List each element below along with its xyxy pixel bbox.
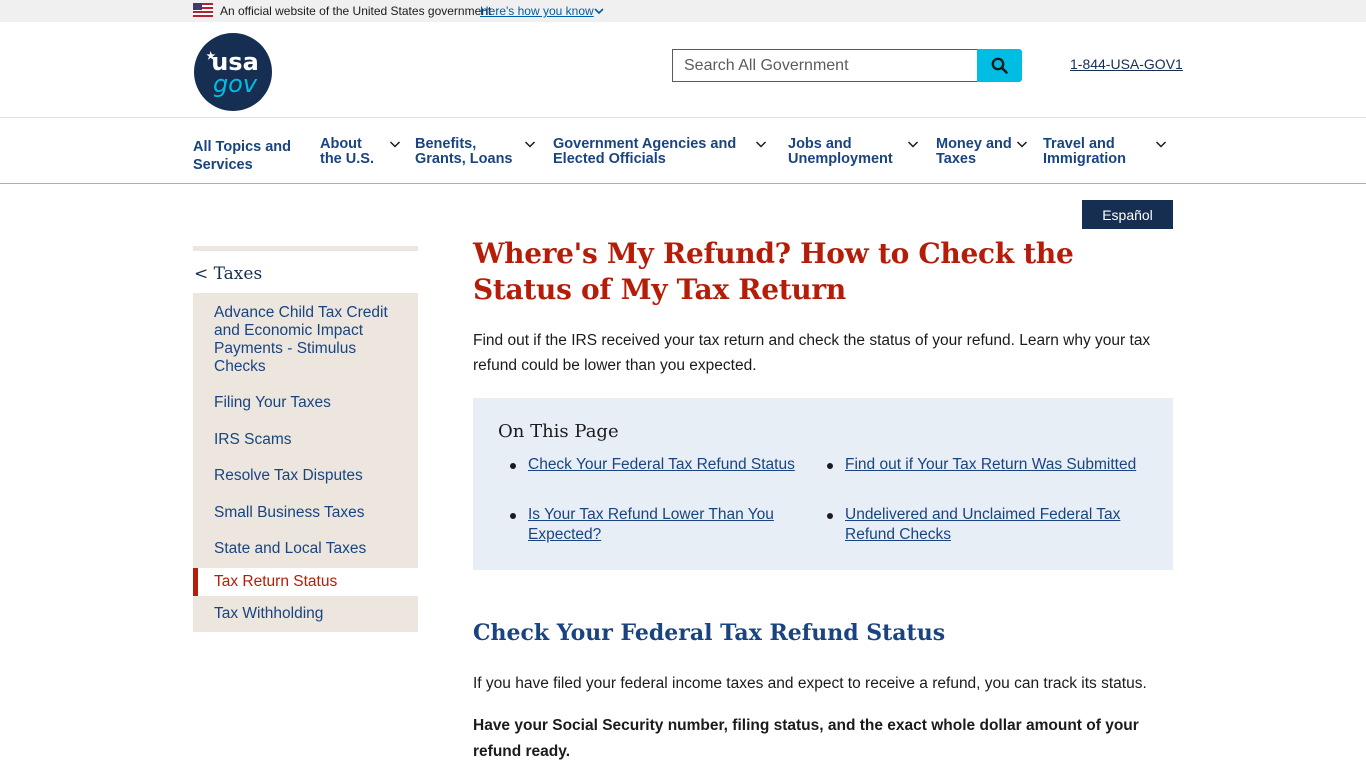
chevron-down-icon xyxy=(389,141,401,148)
on-this-page-heading: On This Page xyxy=(498,421,619,442)
nav-label-line1: Benefits, xyxy=(415,136,477,152)
search-input[interactable] xyxy=(672,49,978,82)
nav-label-line2: Immigration xyxy=(1043,151,1126,167)
search-button[interactable] xyxy=(977,49,1022,82)
section-heading-check-status: Check Your Federal Tax Refund Status xyxy=(473,620,946,646)
sidebar-nav: < Taxes Advance Child Tax Credit and Eco… xyxy=(193,246,418,632)
nav-benefits[interactable]: Benefits, Grants, Loans xyxy=(415,136,536,167)
nav-government-agencies[interactable]: Government Agencies and Elected Official… xyxy=(553,136,767,167)
paragraph-track-status: If you have filed your federal income ta… xyxy=(473,675,1147,692)
chevron-down-icon[interactable] xyxy=(593,5,605,17)
nav-label-line1: Jobs and xyxy=(788,136,852,152)
nav-jobs[interactable]: Jobs and Unemployment xyxy=(788,136,919,167)
chevron-down-icon xyxy=(524,141,536,148)
sidebar-item-state-local[interactable]: State and Local Taxes xyxy=(193,531,418,568)
paragraph-have-ready: Have your Social Security number, filing… xyxy=(473,717,1139,760)
main-content: Where's My Refund? How to Check the Stat… xyxy=(473,236,1173,765)
page-title: Where's My Refund? How to Check the Stat… xyxy=(473,237,1074,306)
main-nav: All Topics and Services About the U.S. B… xyxy=(0,118,1366,184)
phone-link[interactable]: 1-844-USA-GOV1 xyxy=(1070,56,1183,72)
nav-label-line2: Taxes xyxy=(936,151,977,167)
usagov-logo[interactable]: usa gov xyxy=(193,32,273,112)
nav-label-line2: the U.S. xyxy=(320,151,374,167)
nav-label-line2: Elected Officials xyxy=(553,151,666,167)
nav-label-line2: Unemployment xyxy=(788,151,893,167)
espanol-button[interactable]: Español xyxy=(1082,200,1173,229)
otp-link-return-submitted[interactable]: Find out if Your Tax Return Was Submitte… xyxy=(845,455,1155,475)
gov-banner: An official website of the United States… xyxy=(0,0,1366,22)
otp-link-undelivered-checks[interactable]: Undelivered and Unclaimed Federal Tax Re… xyxy=(845,505,1145,545)
nav-label-line1: Money and xyxy=(936,136,1012,152)
official-website-text: An official website of the United States… xyxy=(220,4,492,18)
bullet-icon xyxy=(827,513,833,519)
logo-text-gov: gov xyxy=(213,70,258,98)
nav-label-line1: About xyxy=(320,136,362,152)
sidebar-item-resolve-disputes[interactable]: Resolve Tax Disputes xyxy=(193,458,418,495)
bullet-icon xyxy=(510,463,516,469)
chevron-down-icon xyxy=(755,141,767,148)
nav-about-us[interactable]: About the U.S. xyxy=(320,136,401,167)
sidebar-item-tax-withholding[interactable]: Tax Withholding xyxy=(193,596,418,633)
sidebar-item-filing-taxes[interactable]: Filing Your Taxes xyxy=(193,385,418,422)
nav-label-line2: Services xyxy=(193,157,253,173)
chevron-down-icon xyxy=(1016,141,1028,148)
intro-paragraph: Find out if the IRS received your tax re… xyxy=(473,332,1151,374)
sidebar-item-small-business[interactable]: Small Business Taxes xyxy=(193,495,418,532)
search-icon xyxy=(991,57,1008,74)
nav-money-taxes[interactable]: Money and Taxes xyxy=(936,136,1028,167)
nav-label-line1: Government Agencies and xyxy=(553,136,737,152)
nav-label-line1: All Topics and xyxy=(193,139,292,155)
sidebar-parent-taxes[interactable]: < Taxes xyxy=(193,251,418,293)
sidebar-list: Advance Child Tax Credit and Economic Im… xyxy=(193,293,418,632)
on-this-page-box: On This Page Check Your Federal Tax Refu… xyxy=(473,398,1173,570)
sidebar-item-child-tax-credit[interactable]: Advance Child Tax Credit and Economic Im… xyxy=(193,293,418,385)
otp-link-refund-lower[interactable]: Is Your Tax Refund Lower Than You Expect… xyxy=(528,505,788,545)
sidebar-item-irs-scams[interactable]: IRS Scams xyxy=(193,422,418,459)
otp-link-check-status[interactable]: Check Your Federal Tax Refund Status xyxy=(528,455,808,475)
nav-label-line2: Grants, Loans xyxy=(415,151,513,167)
chevron-down-icon xyxy=(907,141,919,148)
nav-travel-immigration[interactable]: Travel and Immigration xyxy=(1043,136,1167,167)
nav-label-line1: Travel and xyxy=(1043,136,1115,152)
site-header: usa gov 1-844-USA-GOV1 xyxy=(0,22,1366,118)
bullet-icon xyxy=(510,513,516,519)
us-flag-icon xyxy=(193,3,213,17)
chevron-down-icon xyxy=(1155,141,1167,148)
nav-all-topics[interactable]: All Topics and Services xyxy=(193,138,291,174)
how-you-know-link[interactable]: Here's how you know xyxy=(480,4,594,18)
bullet-icon xyxy=(827,463,833,469)
sidebar-item-tax-return-status[interactable]: Tax Return Status xyxy=(193,567,418,596)
